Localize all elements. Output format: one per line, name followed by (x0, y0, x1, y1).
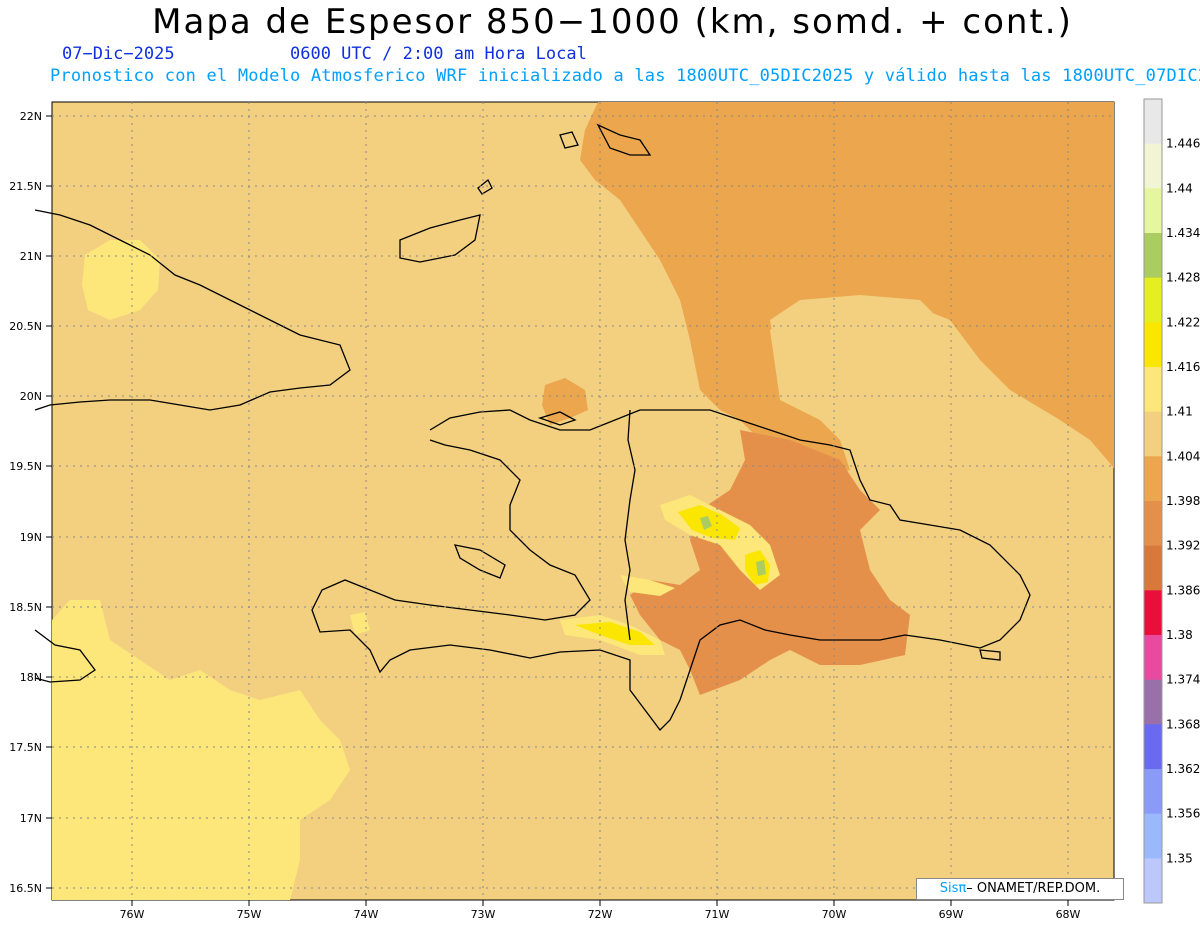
colorbar-swatch (1144, 813, 1162, 859)
colorbar-label: 1.356 (1166, 807, 1200, 821)
lat-label: 18N (20, 671, 42, 684)
colorbar-swatch (1144, 858, 1162, 904)
lon-label: 68W (1056, 908, 1081, 921)
lon-label: 74W (354, 908, 379, 921)
colorbar-label: 1.44 (1166, 181, 1193, 195)
lon-label: 72W (588, 908, 613, 921)
colorbar-swatch (1144, 679, 1162, 725)
colorbar-swatch (1144, 590, 1162, 636)
colorbar-swatch (1144, 143, 1162, 189)
colorbar-label: 1.374 (1166, 673, 1200, 687)
colorbar-label: 1.398 (1166, 494, 1200, 508)
colorbar-swatch (1144, 277, 1162, 323)
lat-label: 20.5N (9, 320, 42, 333)
lat-label: 22N (20, 110, 42, 123)
lat-label: 21N (20, 250, 42, 263)
colorbar-label: 1.446 (1166, 137, 1200, 151)
colorbar-swatch (1144, 724, 1162, 770)
lon-label: 69W (939, 908, 964, 921)
lat-label: 19N (20, 531, 42, 544)
colorbar-label: 1.35 (1166, 851, 1193, 865)
lat-label: 17.5N (9, 741, 42, 754)
colorbar-swatch (1144, 99, 1162, 145)
colorbar-swatch (1144, 411, 1162, 457)
colorbar-label: 1.392 (1166, 539, 1200, 553)
colorbar: 1.446 1.44 1.434 1.428 1.422 1.416 1.41 1.404 1.… (1143, 98, 1200, 904)
lon-labels: 76W 75W 74W 73W 72W 71W 70W 69W 68W (120, 908, 1081, 921)
credit-org: ONAMET/REP.DOM. (972, 881, 1101, 896)
lon-label: 71W (705, 908, 730, 921)
lon-label: 75W (237, 908, 262, 921)
lon-label: 73W (471, 908, 496, 921)
lat-labels: 22N 21.5N 21N 20.5N 20N 19.5N 19N 18.5N … (9, 110, 42, 895)
lon-label: 70W (822, 908, 847, 921)
lat-label: 16.5N (9, 882, 42, 895)
thickness-map: 22N 21.5N 21N 20.5N 20N 19.5N 19N 18.5N … (9, 98, 1200, 921)
credit-box: Sisπ– ONAMET/REP.DOM. (916, 878, 1124, 900)
colorbar-label: 1.41 (1166, 405, 1193, 419)
colorbar-label: 1.416 (1166, 360, 1200, 374)
colorbar-swatch (1144, 188, 1162, 234)
colorbar-swatch (1144, 367, 1162, 413)
colorbar-swatch (1144, 322, 1162, 368)
lon-label: 76W (120, 908, 145, 921)
colorbar-swatch (1144, 456, 1162, 502)
colorbar-label: 1.422 (1166, 315, 1200, 329)
colorbar-label: 1.434 (1166, 226, 1200, 240)
lat-label: 17N (20, 812, 42, 825)
colorbar-label: 1.386 (1166, 583, 1200, 597)
colorbar-label: 1.428 (1166, 271, 1200, 285)
colorbar-label: 1.362 (1166, 762, 1200, 776)
lat-label: 21.5N (9, 180, 42, 193)
colorbar-swatch (1144, 233, 1162, 279)
lat-label: 20N (20, 390, 42, 403)
colorbar-label: 1.38 (1166, 628, 1193, 642)
colorbar-swatch (1144, 545, 1162, 591)
colorbar-label: 1.404 (1166, 449, 1200, 463)
colorbar-swatch (1144, 769, 1162, 815)
colorbar-swatch (1144, 501, 1162, 547)
lat-label: 18.5N (9, 601, 42, 614)
lat-label: 19.5N (9, 460, 42, 473)
credit-logo: Sisπ (939, 881, 967, 896)
colorbar-swatch (1144, 635, 1162, 681)
colorbar-label: 1.368 (1166, 717, 1200, 731)
